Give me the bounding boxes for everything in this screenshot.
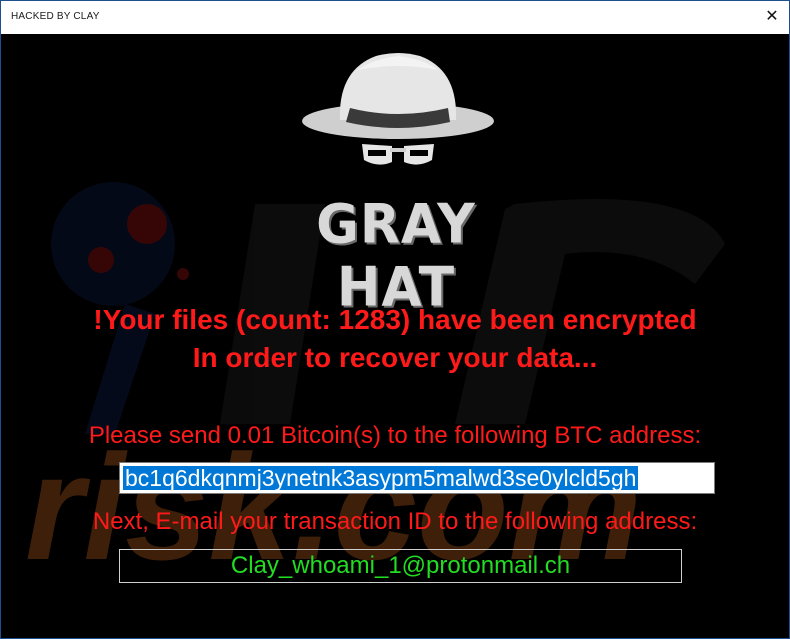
- ransom-window: HACKED BY CLAY ✕ risk.com GRAY HAT !Your…: [0, 0, 790, 639]
- payment-instruction: Please send 0.01 Bitcoin(s) to the follo…: [88, 422, 702, 449]
- gray-hat-logo: GRAY HAT: [316, 193, 476, 319]
- close-icon[interactable]: ✕: [759, 5, 785, 29]
- title-bar: HACKED BY CLAY ✕: [1, 1, 789, 34]
- encrypted-notice: !Your files (count: 1283) have been encr…: [93, 304, 697, 335]
- ransom-content: risk.com GRAY HAT !Your files (count: 12…: [5, 34, 785, 634]
- email-instruction: Next, E-mail your transaction ID to the …: [92, 508, 698, 535]
- email-address-field[interactable]: Clay_whoami_1@protonmail.ch: [119, 549, 682, 583]
- recover-notice: In order to recover your data...: [192, 342, 598, 373]
- window-title: HACKED BY CLAY: [11, 11, 100, 22]
- btc-address-field[interactable]: bc1q6dkqnmj3ynetnk3asypm5malwd3se0ylcld5…: [119, 462, 715, 494]
- gray-hat-icon: [302, 53, 494, 165]
- btc-address-text[interactable]: bc1q6dkqnmj3ynetnk3asypm5malwd3se0ylcld5…: [123, 466, 639, 490]
